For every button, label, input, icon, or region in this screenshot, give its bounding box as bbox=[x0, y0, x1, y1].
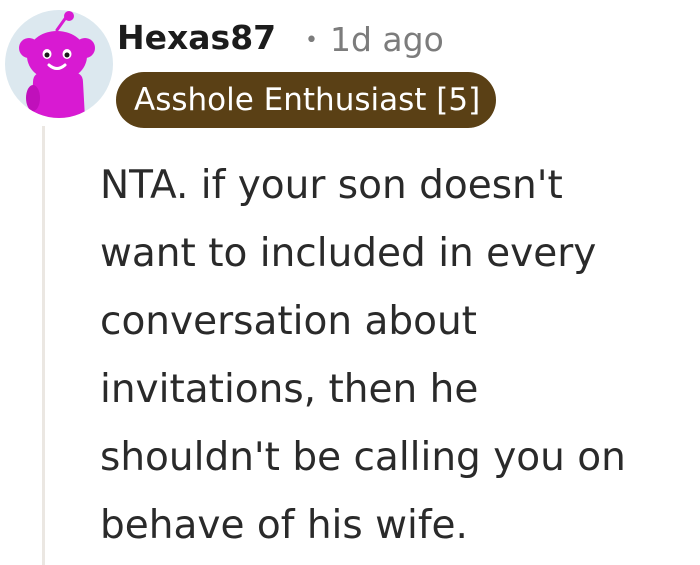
comment-body-line: NTA. if your son doesn't bbox=[100, 163, 563, 208]
comment: Hexas87 • 1d ago Asshole Enthusiast [5] N… bbox=[0, 0, 700, 565]
comment-body-line: behave of his wife. bbox=[100, 503, 468, 548]
thread-line[interactable] bbox=[42, 126, 45, 565]
separator-dot: • bbox=[305, 28, 318, 53]
comment-body-line: shouldn't be calling you on bbox=[100, 435, 626, 480]
user-flair: Asshole Enthusiast [5] bbox=[116, 72, 497, 128]
snoo-avatar-icon bbox=[19, 11, 95, 118]
comment-body: NTA. if your son doesn't want to include… bbox=[100, 152, 690, 560]
comment-body-line: want to included in every bbox=[100, 231, 597, 276]
timestamp[interactable]: 1d ago bbox=[330, 20, 444, 59]
comment-body-line: conversation about bbox=[100, 299, 477, 344]
comment-body-line: invitations, then he bbox=[100, 367, 479, 412]
user-avatar[interactable] bbox=[5, 10, 113, 118]
comment-meta: • 1d ago bbox=[305, 16, 444, 65]
username[interactable]: Hexas87 bbox=[117, 14, 276, 62]
